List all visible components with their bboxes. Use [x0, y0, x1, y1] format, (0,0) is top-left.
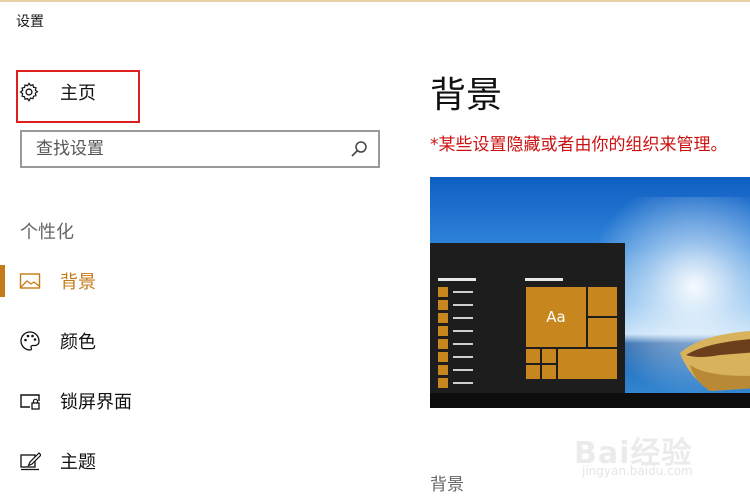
sidebar-item-label: 颜色	[60, 332, 96, 353]
preview-tile	[557, 348, 618, 380]
home-nav-item[interactable]: 主页	[18, 78, 96, 106]
page-title: 背景	[430, 75, 503, 116]
search-box[interactable]	[20, 130, 380, 168]
preview-tile	[541, 364, 557, 380]
sm-app-icon	[438, 339, 448, 349]
managed-by-organization-note: *某些设置隐藏或者由你的组织来管理。	[430, 135, 728, 155]
nav-bar-spacer	[0, 325, 5, 357]
sm-line	[438, 278, 476, 281]
sm-app-line	[453, 304, 473, 306]
sidebar-item-colors[interactable]: 颜色	[0, 321, 380, 361]
preview-start-menu: Aa	[430, 243, 625, 393]
search-input[interactable]	[22, 134, 346, 164]
preview-tile	[541, 348, 557, 364]
preview-tile-large: Aa	[525, 286, 587, 348]
nav-bar-spacer	[0, 445, 5, 477]
preview-taskbar	[430, 393, 750, 408]
lock-screen-icon	[19, 390, 41, 412]
section-title-personalization: 个性化	[20, 222, 74, 243]
preview-tile	[587, 286, 618, 317]
boat-image	[680, 331, 750, 391]
preview-tile-text: Aa	[546, 308, 566, 326]
sm-app-line	[453, 356, 473, 358]
home-label: 主页	[60, 83, 96, 104]
section-title-background: 背景	[430, 475, 464, 495]
theme-brush-icon	[19, 450, 41, 472]
sm-app-icon	[438, 352, 448, 362]
sm-app-icon	[438, 313, 448, 323]
search-icon[interactable]	[346, 136, 372, 162]
sm-app-line	[453, 343, 473, 345]
sm-app-icon	[438, 365, 448, 375]
sm-app-line	[453, 330, 473, 332]
picture-icon	[19, 270, 41, 292]
sidebar-item-label: 背景	[60, 272, 96, 293]
window-title: 设置	[16, 14, 44, 30]
background-preview: Aa	[430, 177, 750, 408]
preview-tile	[525, 348, 541, 364]
sm-app-line	[453, 382, 473, 384]
sidebar-item-lock-screen[interactable]: 锁屏界面	[0, 381, 380, 421]
palette-icon	[19, 330, 41, 352]
sm-app-line	[453, 369, 473, 371]
window-top-accent-line	[0, 0, 750, 2]
gear-icon	[18, 81, 40, 103]
baidu-jingyan-watermark: Bai经验 jingyan.baidu.com	[574, 428, 724, 488]
active-indicator	[0, 265, 5, 297]
sm-app-line	[453, 291, 473, 293]
preview-tile	[587, 317, 618, 348]
preview-tile	[525, 364, 541, 380]
sidebar-item-themes[interactable]: 主题	[0, 441, 380, 481]
sm-app-icon	[438, 378, 448, 388]
sm-app-line	[453, 317, 473, 319]
nav-bar-spacer	[0, 385, 5, 417]
sidebar-item-label: 主题	[60, 452, 96, 473]
sm-app-icon	[438, 326, 448, 336]
sidebar-item-background[interactable]: 背景	[0, 261, 380, 301]
sm-app-icon	[438, 287, 448, 297]
sidebar-item-label: 锁屏界面	[60, 392, 132, 413]
watermark-url: jingyan.baidu.com	[582, 464, 693, 478]
sm-line	[525, 278, 563, 281]
sm-app-icon	[438, 300, 448, 310]
